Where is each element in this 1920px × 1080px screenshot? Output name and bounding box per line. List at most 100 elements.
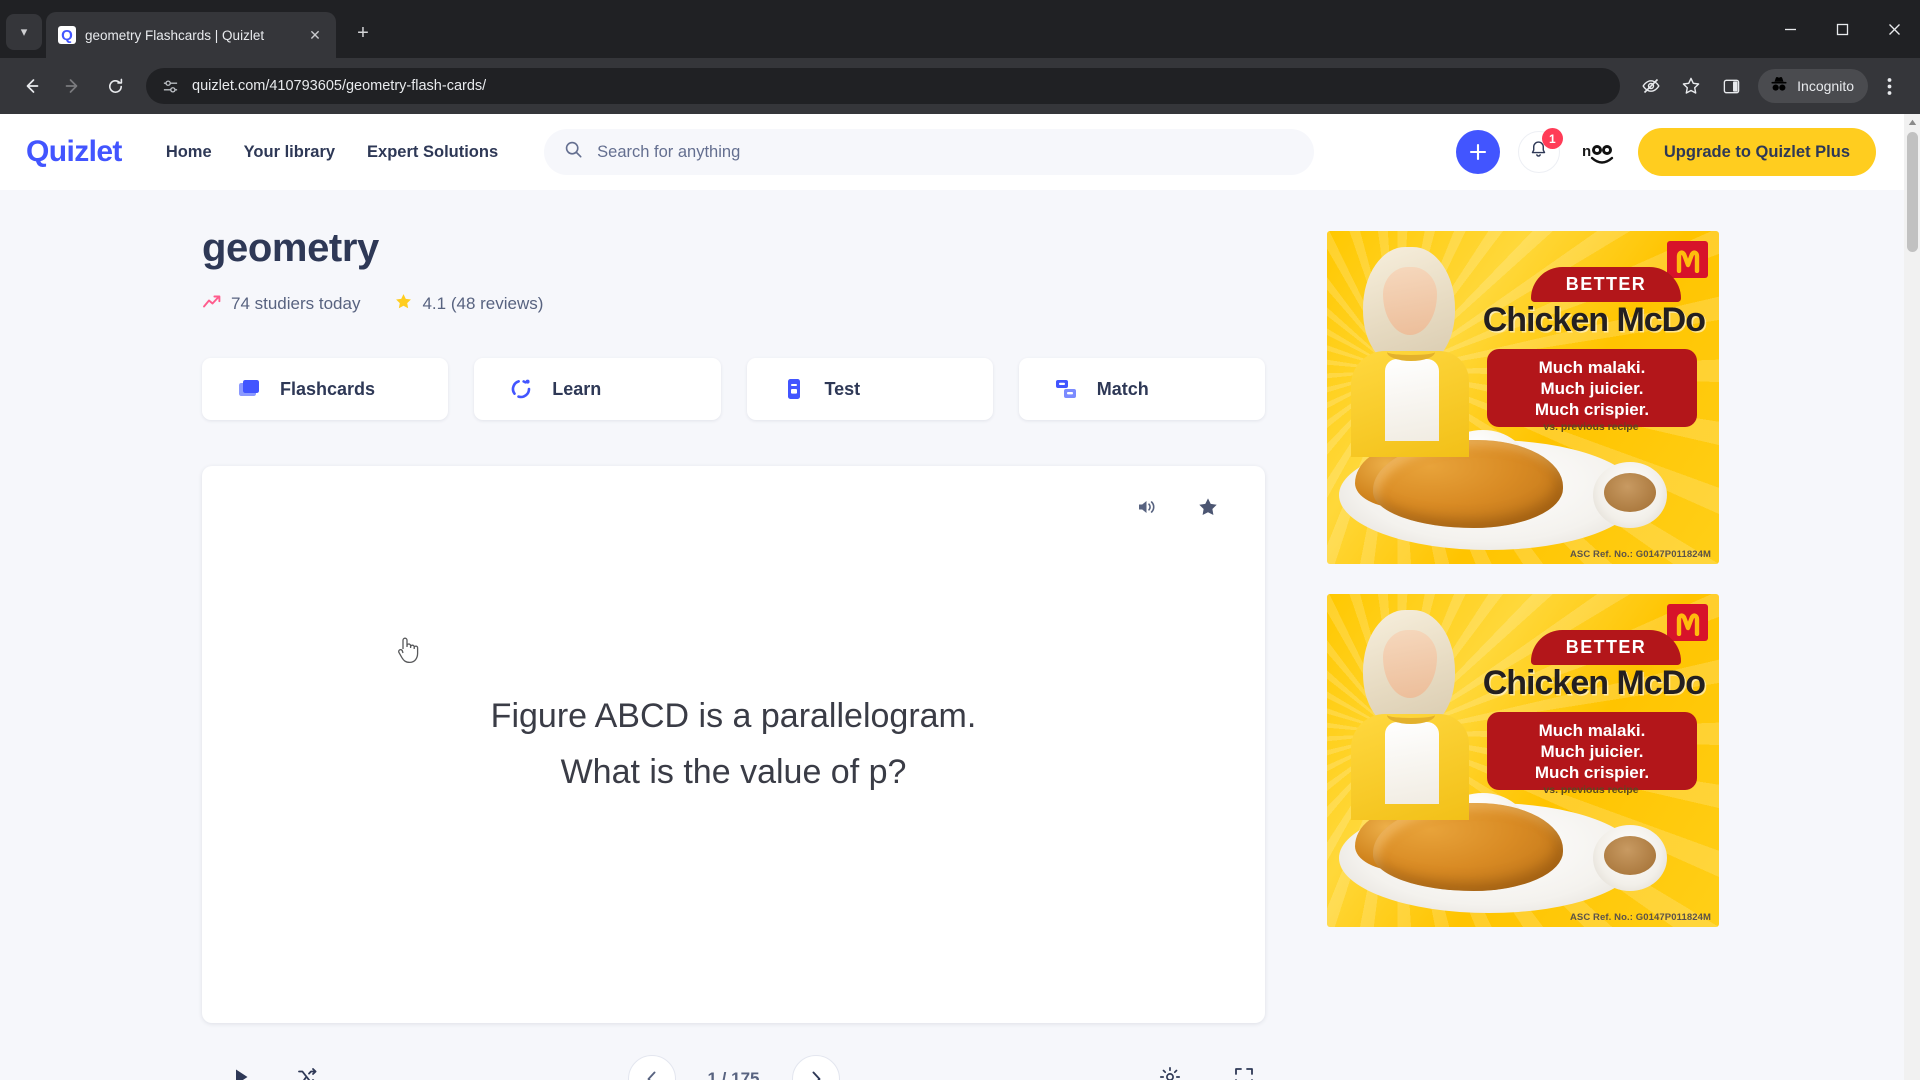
site-header: Quizlet Home Your library Expert Solutio… (0, 114, 1904, 190)
flashcards-icon (236, 376, 262, 402)
flashcard[interactable]: Figure ABCD is a parallelogram. What is … (202, 466, 1265, 1023)
ad-model-necklace (1387, 706, 1435, 724)
rating-stat[interactable]: 4.1 (48 reviews) (394, 292, 543, 316)
site-settings-icon[interactable] (160, 76, 180, 96)
advertisement[interactable]: BETTER Chicken McDo Much malaki. Much ju… (1327, 231, 1719, 564)
quizlet-favicon: Q (58, 26, 76, 44)
close-icon[interactable]: ✕ (304, 24, 326, 46)
ad-badge: BETTER (1531, 267, 1681, 302)
star-outline-icon[interactable] (1672, 67, 1710, 105)
new-tab-button[interactable]: + (346, 16, 380, 50)
studiers-stat: 74 studiers today (202, 294, 360, 315)
reload-icon[interactable] (96, 67, 134, 105)
eye-off-icon[interactable] (1632, 67, 1670, 105)
browser-tab[interactable]: Q geometry Flashcards | Quizlet ✕ (46, 12, 336, 58)
previous-card-button[interactable] (627, 1055, 676, 1080)
minimize-icon[interactable] (1764, 8, 1816, 50)
browser-toolbar: quizlet.com/410793605/geometry-flash-car… (0, 58, 1920, 114)
scrollbar-thumb[interactable] (1906, 132, 1918, 252)
ad-claims: Much malaki. Much juicier. Much crispier… (1487, 349, 1697, 428)
ad-disclaimer: vs. previous recipe (1543, 784, 1639, 796)
mode-test[interactable]: Test (746, 358, 993, 420)
search-input[interactable]: Search for anything (544, 129, 1315, 175)
gear-icon[interactable] (1159, 1066, 1181, 1080)
search-placeholder: Search for anything (597, 142, 741, 161)
studiers-text: 74 studiers today (231, 294, 361, 313)
tab-title: geometry Flashcards | Quizlet (85, 27, 265, 43)
incognito-icon (1769, 75, 1789, 98)
toolbar-actions: Incognito (1632, 67, 1908, 105)
ad-gravy-graphic (1593, 462, 1667, 528)
ad-claim-3: Much crispier. (1534, 400, 1650, 420)
shuffle-icon[interactable] (296, 1066, 318, 1080)
ad-reference: ASC Ref. No.: G0147P011824M (1569, 549, 1711, 560)
quizlet-logo[interactable]: Quizlet (26, 135, 122, 169)
ad-claim-2: Much juicier. (1540, 379, 1644, 399)
ad-headline: Chicken McDo (1482, 664, 1706, 702)
card-counter: 1 / 175 (707, 1069, 760, 1080)
study-modes: Flashcards Learn Test Match (202, 358, 1265, 420)
flashcard-line-1: Figure ABCD is a parallelogram. (490, 697, 977, 736)
scroll-up-arrow-icon[interactable] (1904, 114, 1920, 131)
mode-match-label: Match (1096, 378, 1149, 399)
ad-claim-2: Much juicier. (1540, 742, 1644, 762)
forward-arrow-icon[interactable] (54, 67, 92, 105)
learn-icon (508, 376, 534, 402)
next-card-button[interactable] (791, 1055, 840, 1080)
notifications-button[interactable]: 1 (1517, 128, 1563, 173)
mode-learn-label: Learn (552, 378, 602, 399)
close-window-icon[interactable] (1868, 8, 1920, 50)
page-content: geometry 74 studiers today 4.1 (48 revie… (0, 190, 1904, 1080)
window-controls (1764, 0, 1920, 58)
mode-test-label: Test (824, 378, 861, 399)
nav-item-your-library[interactable]: Your library (244, 143, 335, 162)
fullscreen-icon[interactable] (1233, 1066, 1255, 1080)
ad-badge: BETTER (1531, 630, 1681, 665)
mcdonalds-logo (1667, 604, 1708, 641)
tab-search-chevron-icon[interactable]: ▾ (6, 14, 42, 50)
tab-strip: ▾ Q geometry Flashcards | Quizlet ✕ + (0, 0, 1920, 58)
address-bar[interactable]: quizlet.com/410793605/geometry-flash-car… (146, 68, 1621, 104)
trending-up-icon (202, 294, 222, 315)
nav-item-home[interactable]: Home (166, 143, 212, 162)
star-filled-icon[interactable] (1195, 494, 1221, 520)
profile-label: Incognito (1797, 78, 1854, 94)
side-panel-icon[interactable] (1712, 67, 1750, 105)
ad-claim-1: Much malaki. (1538, 358, 1646, 377)
mode-learn[interactable]: Learn (474, 358, 721, 420)
ad-model-necklace (1387, 343, 1435, 361)
nav-item-expert-solutions[interactable]: Expert Solutions (367, 143, 498, 162)
main-nav: Home Your library Expert Solutions (166, 143, 498, 162)
rating-text: 4.1 (48 reviews) (422, 294, 544, 313)
star-icon (394, 292, 413, 316)
mode-match[interactable]: Match (1018, 358, 1265, 420)
avatar[interactable]: n (1577, 131, 1620, 173)
set-main-column: geometry 74 studiers today 4.1 (48 revie… (202, 226, 1265, 1080)
header-actions: 1 n Upgrade to Quizlet Plus (1455, 128, 1876, 176)
three-dot-menu-icon[interactable] (1870, 67, 1908, 105)
notification-count-badge: 1 (1541, 128, 1563, 149)
ad-gravy-graphic (1593, 825, 1667, 891)
upgrade-button[interactable]: Upgrade to Quizlet Plus (1637, 128, 1876, 176)
flashcard-controls: 1 / 175 (202, 1049, 1265, 1080)
flashcard-line-2: What is the value of p? (560, 752, 907, 791)
svg-text:n: n (1582, 143, 1591, 160)
mode-flashcards[interactable]: Flashcards (202, 358, 449, 420)
ad-claim-3: Much crispier. (1534, 763, 1650, 783)
set-meta: 74 studiers today 4.1 (48 reviews) (202, 292, 1265, 316)
page-title: geometry (202, 226, 379, 270)
play-icon[interactable] (230, 1066, 252, 1080)
browser-window: ▾ Q geometry Flashcards | Quizlet ✕ + qu… (0, 0, 1920, 1080)
page-scrollbar[interactable] (1904, 114, 1920, 1080)
ad-disclaimer: vs. previous recipe (1543, 421, 1639, 433)
back-arrow-icon[interactable] (12, 67, 50, 105)
speaker-icon[interactable] (1133, 494, 1159, 520)
profile-chip[interactable]: Incognito (1758, 69, 1868, 103)
create-button[interactable] (1455, 130, 1500, 174)
advertisement[interactable]: BETTER Chicken McDo Much malaki. Much ju… (1327, 594, 1719, 927)
maximize-icon[interactable] (1816, 8, 1868, 50)
quizlet-page: Quizlet Home Your library Expert Solutio… (0, 114, 1904, 1080)
ad-headline: Chicken McDo (1482, 301, 1706, 339)
test-icon (781, 376, 807, 402)
ad-claims: Much malaki. Much juicier. Much crispier… (1487, 712, 1697, 791)
